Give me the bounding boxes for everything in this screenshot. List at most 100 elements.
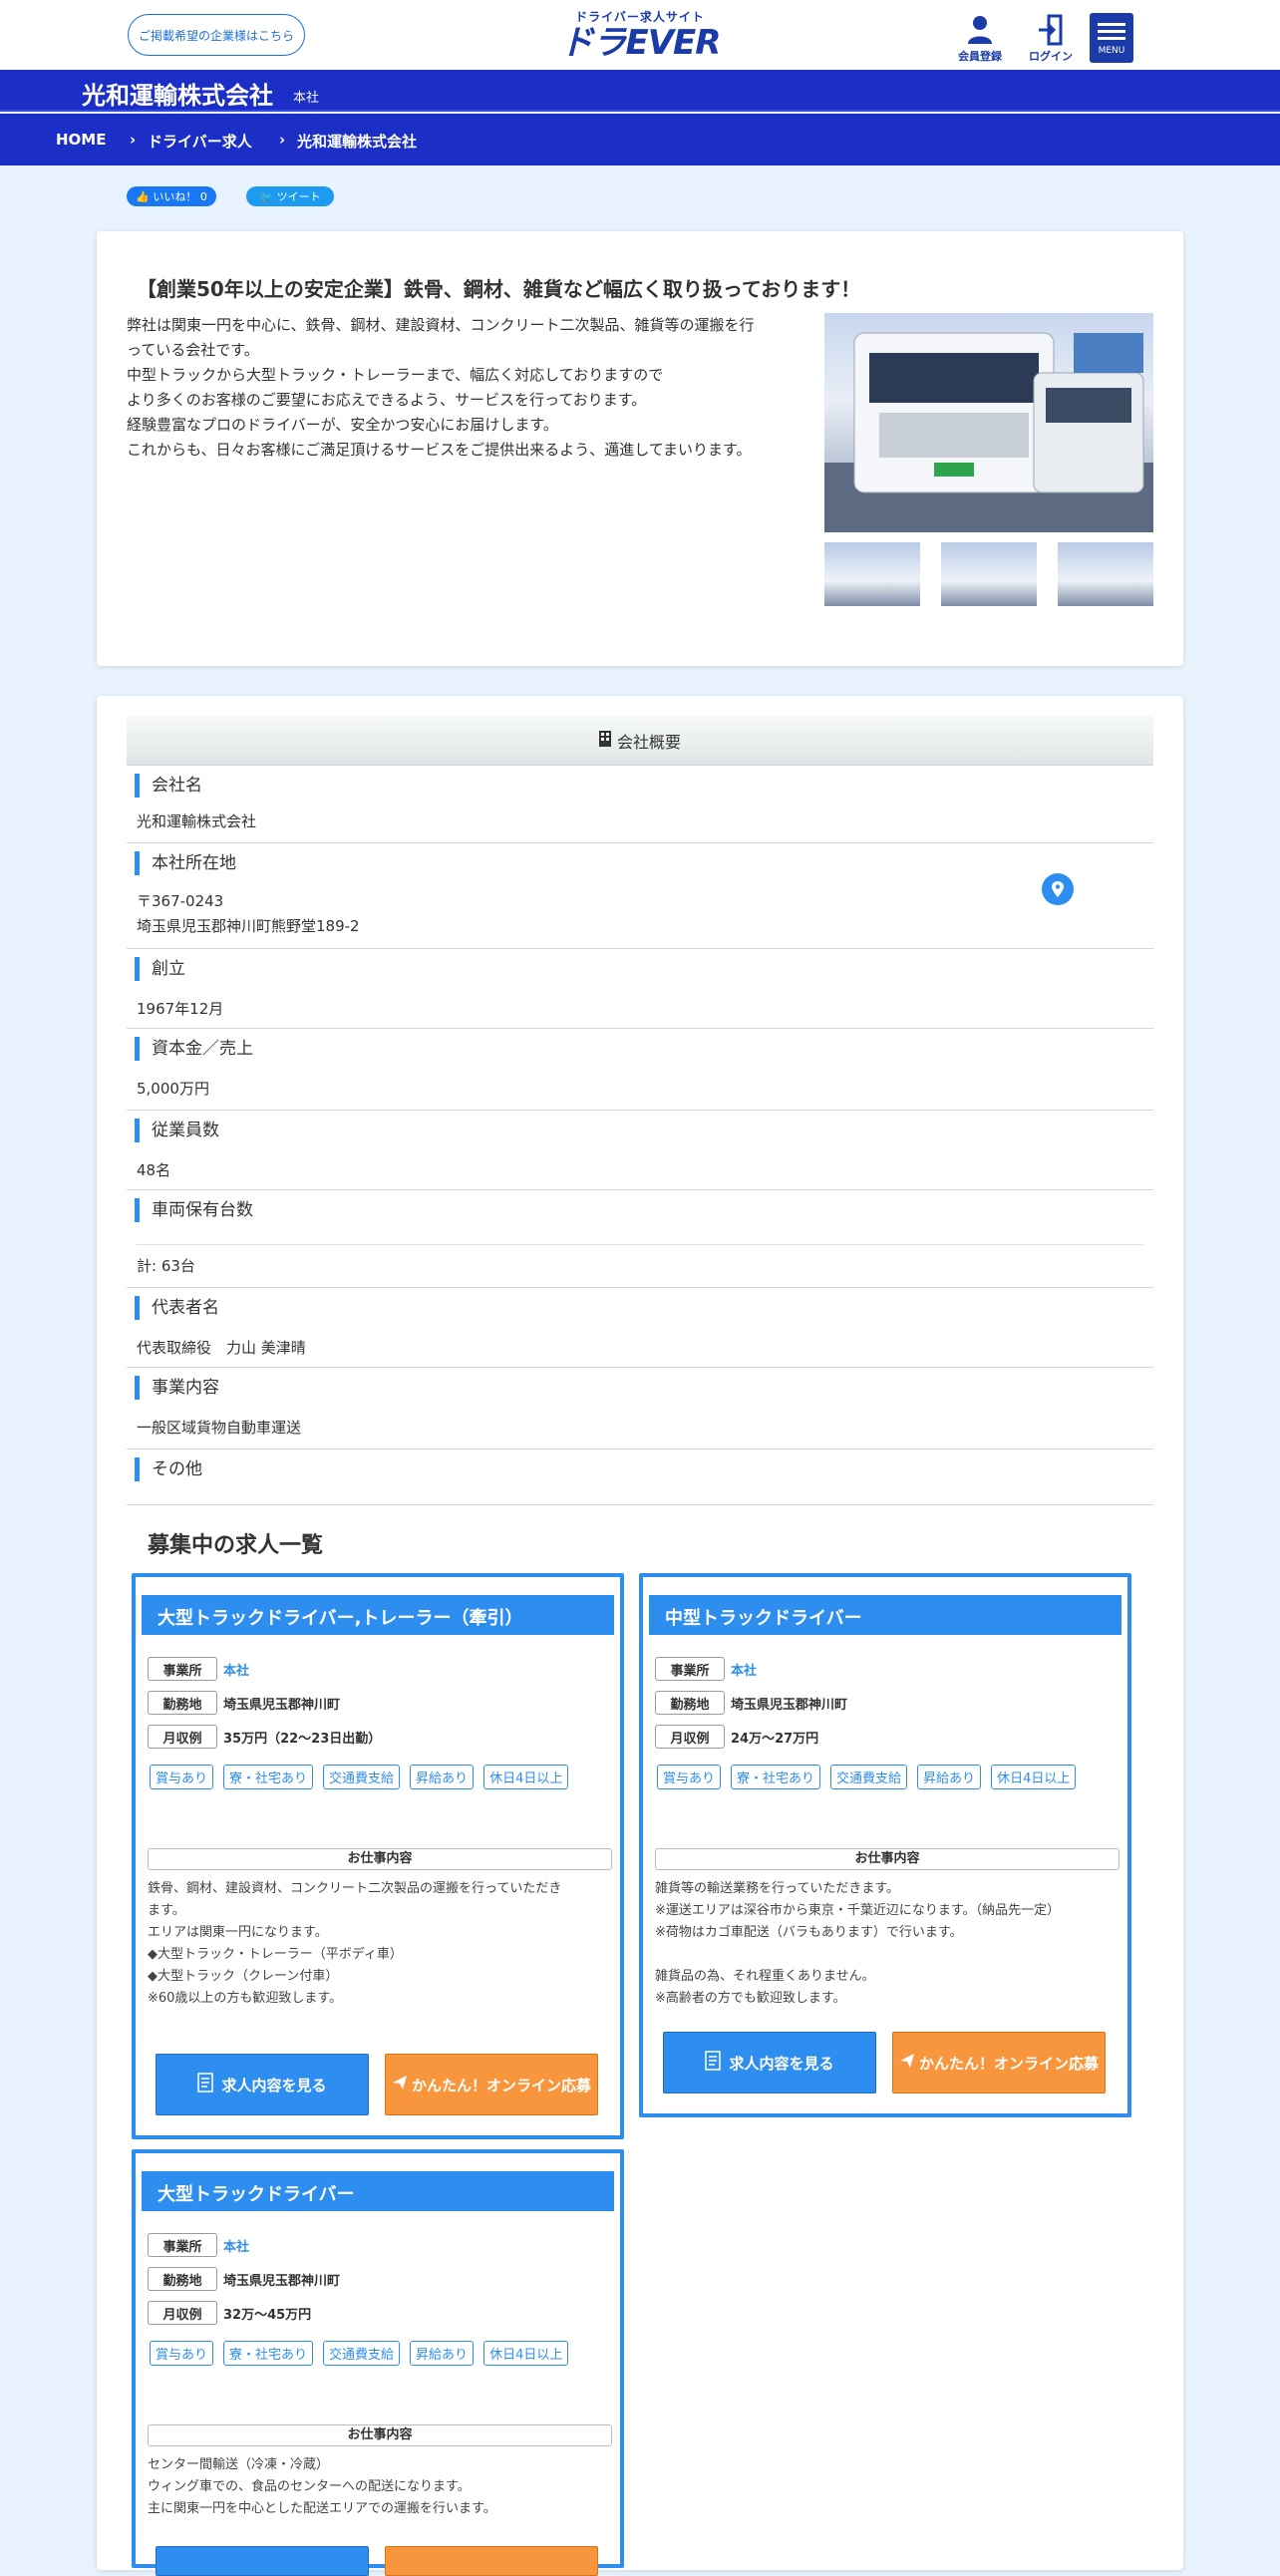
job-office: 事業所 本社 — [148, 1657, 249, 1681]
bird-icon: 🐦 — [259, 189, 274, 203]
login-button[interactable]: ログイン — [1021, 14, 1081, 66]
work-content-text: センター間輸送（冷凍・冷蔵） ウィング車での、食品のセンターへの配送になります。… — [148, 2454, 616, 2520]
work-line: ※60歳以上の方も歓迎致します。 — [148, 1991, 343, 2006]
tag-badge: 昇給あり — [410, 2341, 475, 2366]
work-line: 主に関東一円を中心とした配送エリアでの運搬を行います。 — [148, 2501, 496, 2516]
tag-badge: 賞与あり — [657, 1765, 722, 1789]
photo-thumbnail[interactable] — [941, 542, 1037, 606]
job-tags: 賞与あり 寮・社宅あり 交通費支給 昇給あり 休日4日以上 — [657, 1765, 1116, 1795]
overview-row-employees: 従業員数 48名 — [127, 1111, 1153, 1190]
site-logo[interactable]: ドライバー求人サイト ドラEVER — [558, 8, 722, 64]
overview-value: 計: 63台 — [137, 1257, 195, 1275]
job-title[interactable]: 中型トラックドライバー — [649, 1595, 1121, 1635]
job-title[interactable]: 大型トラックドライバー,トレーラー（牽引） — [142, 1595, 614, 1635]
logo-wordmark: ドラEVER — [559, 23, 722, 63]
intro-line: 中型トラックから大型トラック・トレーラーまで、幅広く対応しておりますので — [127, 366, 664, 384]
breadcrumb: HOME › ドライバー求人 › 光和運輸株式会社 — [0, 114, 1280, 165]
document-icon — [705, 2051, 722, 2075]
salary-value: 35万円（22～23日出勤） — [223, 1731, 382, 1747]
jobs-heading: 募集中の求人一覧 — [148, 1533, 324, 1558]
office-label: 事業所 — [148, 1657, 217, 1681]
paper-plane-icon — [392, 2075, 408, 2094]
intro-line: っている会社です。 — [127, 341, 259, 359]
paper-plane-icon — [899, 2053, 915, 2073]
advertiser-link-button[interactable]: ご掲載希望の企業様はこちら — [128, 14, 305, 56]
tag-badge: 賞与あり — [150, 1765, 214, 1789]
map-pin-icon[interactable] — [1042, 873, 1074, 905]
tag-badge: 交通費支給 — [323, 2341, 401, 2366]
view-job-button[interactable] — [156, 2546, 369, 2576]
register-button[interactable]: 会員登録 — [950, 14, 1010, 66]
tag-badge: 寮・社宅あり — [223, 2341, 314, 2366]
intro-line: 弊社は関東一円を中心に、鉄骨、鋼材、建設資材、コンクリート二次製品、雑貨等の運搬… — [127, 316, 755, 334]
tag-badge: 休日4日以上 — [483, 2341, 569, 2366]
overview-row-founded: 創立 1967年12月 — [127, 949, 1153, 1029]
thumbs-up-icon: 👍 — [136, 189, 150, 203]
apply-online-label: かんたん！オンライン応募 — [411, 2076, 591, 2094]
work-line: ※運送エリアは深谷市から東京・千葉近辺になります。（納品先一定） — [655, 1903, 1061, 1918]
view-job-button[interactable]: 求人内容を見る — [663, 2032, 876, 2093]
work-content-heading: お仕事内容 — [655, 1848, 1120, 1870]
work-content-heading: お仕事内容 — [148, 2424, 612, 2446]
overview-value: 光和運輸株式会社 — [137, 812, 257, 830]
office-label: 事業所 — [148, 2233, 217, 2257]
office-link[interactable]: 本社 — [731, 1660, 757, 1679]
overview-value: 5,000万円 — [137, 1080, 209, 1098]
overview-label: 会社名 — [135, 774, 202, 798]
work-content-text: 鉄骨、鋼材、建設資材、コンクリート二次製品の運搬を行っていただき ます。 エリア… — [148, 1878, 616, 2010]
intro-line: これからも、日々お客様にご満足頂けるサービスをご提供出来るよう、邁進してまいりま… — [127, 441, 752, 459]
company-title-bar: 光和運輸株式会社 本社 — [0, 70, 1280, 112]
job-card: 中型トラックドライバー 事業所 本社 勤務地 埼玉県児玉郡神川町 月収例 24万… — [639, 1573, 1131, 2117]
office-link[interactable]: 本社 — [223, 2236, 249, 2255]
menu-button[interactable]: MENU — [1090, 13, 1133, 63]
building-icon — [598, 730, 611, 751]
tag-badge: 休日4日以上 — [483, 1765, 569, 1789]
tag-badge: 昇給あり — [410, 1765, 475, 1789]
overview-row-address: 本社所在地 〒367-0243 埼玉県児玉郡神川町熊野堂189-2 — [127, 843, 1153, 949]
intro-text: 弊社は関東一円を中心に、鉄骨、鋼材、建設資材、コンクリート二次製品、雑貨等の運搬… — [127, 313, 804, 463]
overview-value: 一般区域貨物自動車運送 — [137, 1419, 302, 1437]
facebook-like-button[interactable]: 👍 いいね！ 0 — [127, 186, 216, 206]
work-line: 鉄骨、鋼材、建設資材、コンクリート二次製品の運搬を行っていただき — [148, 1881, 562, 1896]
work-line: 雑貨等の輸送業務を行っていただきます。 — [655, 1881, 900, 1896]
overview-label: 創立 — [135, 957, 185, 981]
apply-online-label: かんたん！オンライン応募 — [918, 2054, 1099, 2073]
photo-thumbnail[interactable] — [824, 542, 920, 606]
apply-online-button[interactable]: かんたん！オンライン応募 — [385, 2054, 598, 2115]
job-tags: 賞与あり 寮・社宅あり 交通費支給 昇給あり 休日4日以上 — [150, 2341, 608, 2372]
overview-value: 1967年12月 — [137, 1000, 224, 1018]
overview-header: 会社概要 — [127, 716, 1153, 766]
tweet-label: ツイート — [276, 190, 321, 203]
overview-row-capital: 資本金／売上 5,000万円 — [127, 1029, 1153, 1111]
job-title[interactable]: 大型トラックドライバー — [142, 2171, 614, 2211]
apply-online-button[interactable]: かんたん！オンライン応募 — [892, 2032, 1106, 2093]
work-line: ます。 — [148, 1903, 185, 1918]
job-salary: 月収例 32万～45万円 — [148, 2301, 311, 2325]
work-content-text: 雑貨等の輸送業務を行っていただきます。 ※運送エリアは深谷市から東京・千葉近辺に… — [655, 1878, 1123, 2010]
photo-thumbnail[interactable] — [1058, 542, 1153, 606]
view-job-label: 求人内容を見る — [729, 2054, 834, 2073]
tag-badge: 昇給あり — [917, 1765, 982, 1789]
breadcrumb-driver-jobs[interactable]: ドライバー求人 — [148, 131, 252, 152]
main-truck-photo[interactable] — [824, 313, 1153, 532]
job-office: 事業所 本社 — [148, 2233, 249, 2257]
apply-online-button[interactable] — [385, 2546, 598, 2576]
view-job-button[interactable]: 求人内容を見る — [156, 2054, 369, 2115]
office-link[interactable]: 本社 — [223, 1660, 249, 1679]
top-header: ご掲載希望の企業様はこちら ドライバー求人サイト ドラEVER 会員登録 ログイ… — [0, 0, 1280, 70]
company-name: 光和運輸株式会社 — [82, 82, 273, 110]
tweet-button[interactable]: 🐦 ツイート — [246, 186, 334, 206]
overview-heading: 会社概要 — [616, 732, 681, 752]
intro-card: 【創業50年以上の安定企業】鉄骨、鋼材、雑貨など幅広く取り扱っております！ 弊社… — [97, 231, 1183, 666]
view-job-label: 求人内容を見る — [221, 2076, 327, 2094]
work-content-heading: お仕事内容 — [148, 1848, 612, 1870]
job-tags: 賞与あり 寮・社宅あり 交通費支給 昇給あり 休日4日以上 — [150, 1765, 608, 1795]
location-value: 埼玉県児玉郡神川町 — [223, 1697, 341, 1713]
overview-row-business: 事業内容 一般区域貨物自動車運送 — [127, 1368, 1153, 1449]
register-label: 会員登録 — [958, 50, 1002, 63]
chevron-right-icon: › — [279, 131, 286, 149]
salary-label: 月収例 — [655, 1725, 725, 1749]
overview-value-address: 埼玉県児玉郡神川町熊野堂189-2 — [137, 917, 360, 935]
work-line: センター間輸送（冷凍・冷蔵） — [148, 2457, 330, 2472]
breadcrumb-home[interactable]: HOME — [56, 131, 106, 149]
